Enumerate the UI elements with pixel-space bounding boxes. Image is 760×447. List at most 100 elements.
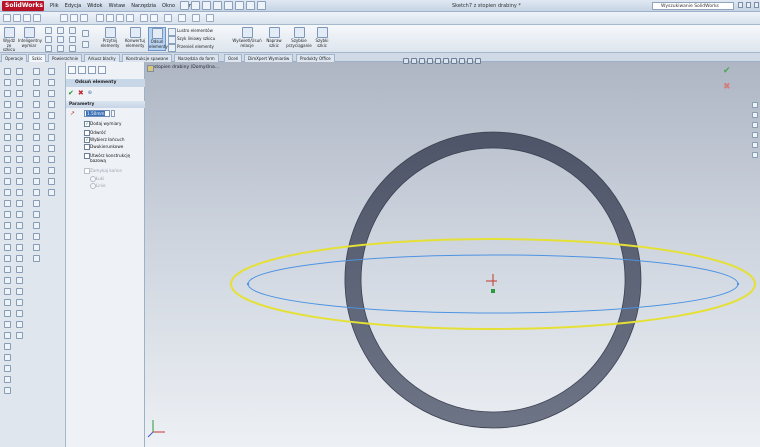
- search-input[interactable]: Wyszukiwanie SolidWorks: [652, 2, 734, 10]
- arc-tool-icon[interactable]: [33, 156, 40, 163]
- ok-icon[interactable]: ✔: [68, 89, 74, 97]
- relation-tool-icon[interactable]: [48, 189, 55, 196]
- scale-tool-icon[interactable]: [48, 145, 55, 152]
- repair-tool-icon[interactable]: [4, 343, 11, 350]
- view-orientation-icon[interactable]: [70, 14, 78, 22]
- save-icon[interactable]: [202, 1, 211, 10]
- cap-lines-radio[interactable]: Linie: [90, 183, 105, 189]
- repair-sketch-button[interactable]: Napraw szkic: [265, 27, 283, 51]
- repair-tool-icon[interactable]: [33, 68, 40, 75]
- slot-icon[interactable]: [45, 45, 52, 52]
- chamfer-tool-icon[interactable]: [4, 156, 11, 163]
- minimize-icon[interactable]: [738, 2, 743, 8]
- tab-weldments[interactable]: Konstrukcje spawane: [122, 54, 173, 62]
- plane-tool-icon[interactable]: [4, 200, 11, 207]
- offset-tool-icon[interactable]: [4, 233, 11, 240]
- fillet-tool-icon[interactable]: [4, 145, 11, 152]
- spline-tool-icon[interactable]: [33, 178, 40, 185]
- rapid-sketch-button[interactable]: Szybki szkic: [314, 27, 330, 51]
- undo-icon[interactable]: [224, 1, 233, 10]
- select-chain-checkbox[interactable]: Wybierz łańcuch: [84, 137, 125, 143]
- polygon-tool-icon[interactable]: [33, 167, 40, 174]
- menu-file[interactable]: Plik: [50, 0, 59, 12]
- cap-arcs-radio[interactable]: Łuki: [90, 176, 104, 182]
- rectangle-tool-icon[interactable]: [16, 79, 23, 86]
- snap-tool-icon[interactable]: [33, 79, 40, 86]
- arc-tool-icon[interactable]: [4, 101, 11, 108]
- plane-tool-icon[interactable]: [16, 200, 23, 207]
- text-tool-icon[interactable]: [16, 167, 23, 174]
- sketch-picture-tool-icon[interactable]: [33, 112, 40, 119]
- scene-icon[interactable]: [192, 14, 200, 22]
- line-icon[interactable]: [45, 27, 52, 34]
- tab-mold-tools[interactable]: Narzędzia do form: [174, 54, 219, 62]
- menu-tools[interactable]: Narzędzia: [131, 0, 156, 12]
- plane-tool-icon[interactable]: [33, 255, 40, 262]
- grid-tool-icon[interactable]: [33, 90, 40, 97]
- menu-window[interactable]: Okno: [162, 0, 175, 12]
- circle-icon[interactable]: [57, 27, 64, 34]
- distance-spinner[interactable]: [111, 110, 115, 117]
- scene-hud-icon[interactable]: [467, 58, 473, 64]
- display-settings-hud-icon[interactable]: [475, 58, 481, 64]
- dimension-tool-icon[interactable]: [16, 321, 23, 328]
- tab-dimxpert[interactable]: DimXpert Wymiarów: [244, 54, 294, 62]
- line-tool-icon[interactable]: [16, 68, 23, 75]
- exit-sketch-button[interactable]: Wyjdź ze szkicu: [2, 27, 16, 52]
- text-tool-icon[interactable]: [4, 167, 11, 174]
- discard-icon[interactable]: ✖: [723, 82, 737, 92]
- dimension-tool-icon[interactable]: [4, 321, 11, 328]
- record-icon[interactable]: [23, 14, 31, 22]
- copy-tool-icon[interactable]: [48, 156, 55, 163]
- block-tool-icon[interactable]: [33, 101, 40, 108]
- spline-tool-icon[interactable]: [16, 123, 23, 130]
- fillet-tool-icon[interactable]: [33, 200, 40, 207]
- feature-tree-icon[interactable]: [68, 66, 76, 74]
- mirror-tool-icon[interactable]: [16, 255, 23, 262]
- grid-tool-icon[interactable]: [4, 365, 11, 372]
- menu-insert[interactable]: Wstaw: [109, 0, 126, 12]
- tab-office-products[interactable]: Produkty Office: [296, 54, 335, 62]
- offset-tool-icon[interactable]: [48, 90, 55, 97]
- point-tool-icon[interactable]: [16, 178, 23, 185]
- pan-icon[interactable]: [116, 14, 124, 22]
- options-icon[interactable]: [257, 1, 266, 10]
- custom-properties-icon[interactable]: [752, 152, 758, 158]
- scale-tool-icon[interactable]: [4, 288, 11, 295]
- select-icon[interactable]: [235, 1, 244, 10]
- circle-tool-icon[interactable]: [33, 145, 40, 152]
- add-dimensions-checkbox[interactable]: Dodaj wymiary: [84, 121, 121, 127]
- move-entities-button[interactable]: Przenieś elementy: [168, 43, 214, 52]
- tab-features[interactable]: Operacje: [1, 54, 28, 62]
- text-icon[interactable]: [82, 30, 89, 37]
- linear-pattern-button[interactable]: Szyk liniowy szkicu: [168, 35, 215, 44]
- plane-icon[interactable]: [82, 41, 89, 48]
- trim-tool-icon[interactable]: [48, 68, 55, 75]
- zoom-fit-hud-icon[interactable]: [403, 58, 409, 64]
- mirror-tool-icon[interactable]: [4, 255, 11, 262]
- previous-view-hud-icon[interactable]: [419, 58, 425, 64]
- macro-icon[interactable]: [33, 14, 41, 22]
- circle-tool-icon[interactable]: [16, 90, 23, 97]
- trim-tool-icon[interactable]: [16, 211, 23, 218]
- feature-breadcrumb[interactable]: stopien drabiny (Domyślna...: [145, 64, 219, 72]
- rotate-tool-icon[interactable]: [4, 277, 11, 284]
- move-tool-icon[interactable]: [48, 123, 55, 130]
- appearances-icon[interactable]: [752, 142, 758, 148]
- tab-sheet-metal[interactable]: Arkusz blachy: [84, 54, 120, 62]
- scale-tool-icon[interactable]: [16, 288, 23, 295]
- rotate-tool-icon[interactable]: [48, 134, 55, 141]
- fillet-tool-icon[interactable]: [16, 145, 23, 152]
- camera-icon[interactable]: [60, 14, 68, 22]
- rotate-tool-icon[interactable]: [16, 277, 23, 284]
- chamfer-tool-icon[interactable]: [33, 211, 40, 218]
- relation-tool-icon[interactable]: [4, 332, 11, 339]
- stop-icon[interactable]: [13, 14, 21, 22]
- polygon-tool-icon[interactable]: [16, 112, 23, 119]
- preview-icon[interactable]: ⊛: [88, 89, 92, 97]
- rebuild-icon[interactable]: [246, 1, 255, 10]
- convert-tool-icon[interactable]: [4, 244, 11, 251]
- move-tool-icon[interactable]: [16, 266, 23, 273]
- tab-surfaces[interactable]: Powierzchnie: [48, 54, 83, 62]
- zoom-area-icon[interactable]: [96, 14, 104, 22]
